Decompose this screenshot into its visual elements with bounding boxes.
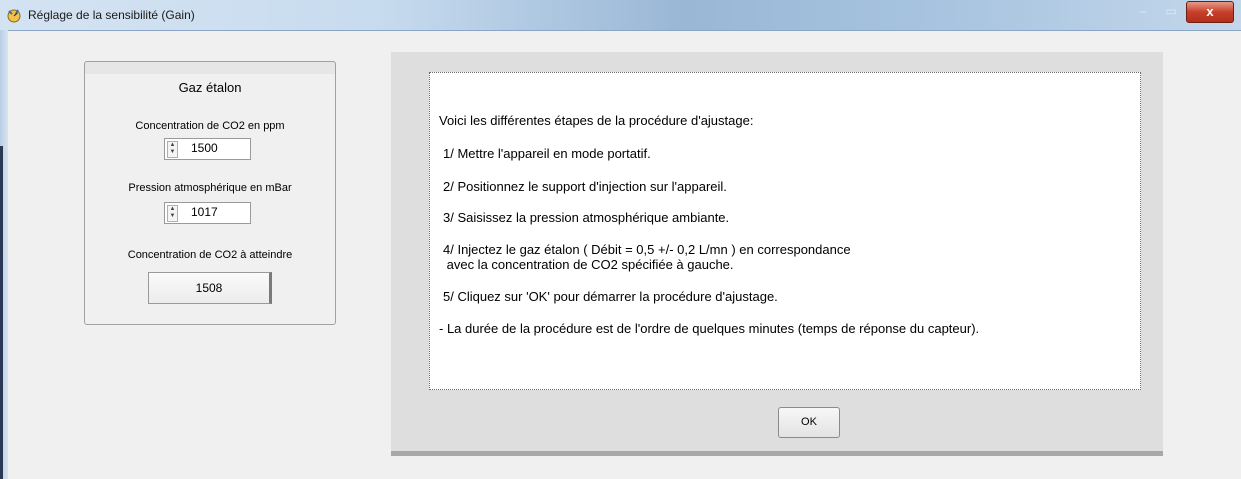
instructions-intro: Voici les différentes étapes de la procé… (439, 113, 754, 128)
instruction-step: 3/ Saisissez la pression atmosphérique a… (443, 210, 730, 225)
instruction-step: 5/ Cliquez sur 'OK' pour démarrer la pro… (443, 289, 778, 304)
pressure-stepper[interactable]: ▲ ▼ 1017 (164, 202, 251, 224)
spin-arrows-icon[interactable]: ▲ ▼ (167, 205, 178, 222)
instruction-step: avec la concentration de CO2 spécifiée à… (443, 257, 734, 272)
co2-concentration-value[interactable]: 1500 (181, 141, 247, 155)
target-concentration-label: Concentration de CO2 à atteindre (127, 249, 293, 261)
title-bar[interactable]: Réglage de la sensibilité (Gain) – ▭ x (0, 0, 1241, 31)
co2-concentration-label: Concentration de CO2 en ppm (135, 120, 285, 132)
pressure-label: Pression atmosphérique en mBar (128, 182, 292, 194)
spin-up-icon[interactable]: ▲ (168, 142, 177, 149)
instruction-step: 1/ Mettre l'appareil en mode portatif. (443, 146, 651, 161)
spin-arrows-icon[interactable]: ▲ ▼ (167, 141, 178, 158)
window-left-border (0, 30, 8, 479)
window-title: Réglage de la sensibilité (Gain) (28, 8, 195, 22)
gauge-icon (7, 9, 21, 23)
maximize-button[interactable]: ▭ (1158, 2, 1184, 20)
pressure-value[interactable]: 1017 (181, 205, 247, 219)
procedure-panel: Voici les différentes étapes de la procé… (391, 52, 1163, 456)
spin-down-icon[interactable]: ▼ (168, 149, 177, 156)
instructions-box: Voici les différentes étapes de la procé… (429, 72, 1141, 390)
spin-down-icon[interactable]: ▼ (168, 213, 177, 220)
target-concentration-value: 1508 (148, 272, 272, 304)
instruction-step: 4/ Injectez le gaz étalon ( Débit = 0,5 … (443, 242, 851, 257)
ok-button[interactable]: OK (778, 407, 840, 438)
close-button[interactable]: x (1186, 1, 1234, 23)
close-icon: x (1206, 4, 1214, 19)
panel-title: Gaz étalon (178, 80, 242, 95)
dialog-window: Réglage de la sensibilité (Gain) – ▭ x G… (0, 0, 1241, 479)
instruction-step: 2/ Positionnez le support d'injection su… (443, 179, 727, 194)
spin-up-icon[interactable]: ▲ (168, 206, 177, 213)
minimize-button[interactable]: – (1130, 2, 1156, 20)
instruction-step: - La durée de la procédure est de l'ordr… (439, 321, 980, 336)
background-edge (0, 146, 3, 479)
co2-concentration-stepper[interactable]: ▲ ▼ 1500 (164, 138, 251, 160)
gas-settings-panel: Gaz étalon Concentration de CO2 en ppm ▲… (84, 61, 336, 325)
